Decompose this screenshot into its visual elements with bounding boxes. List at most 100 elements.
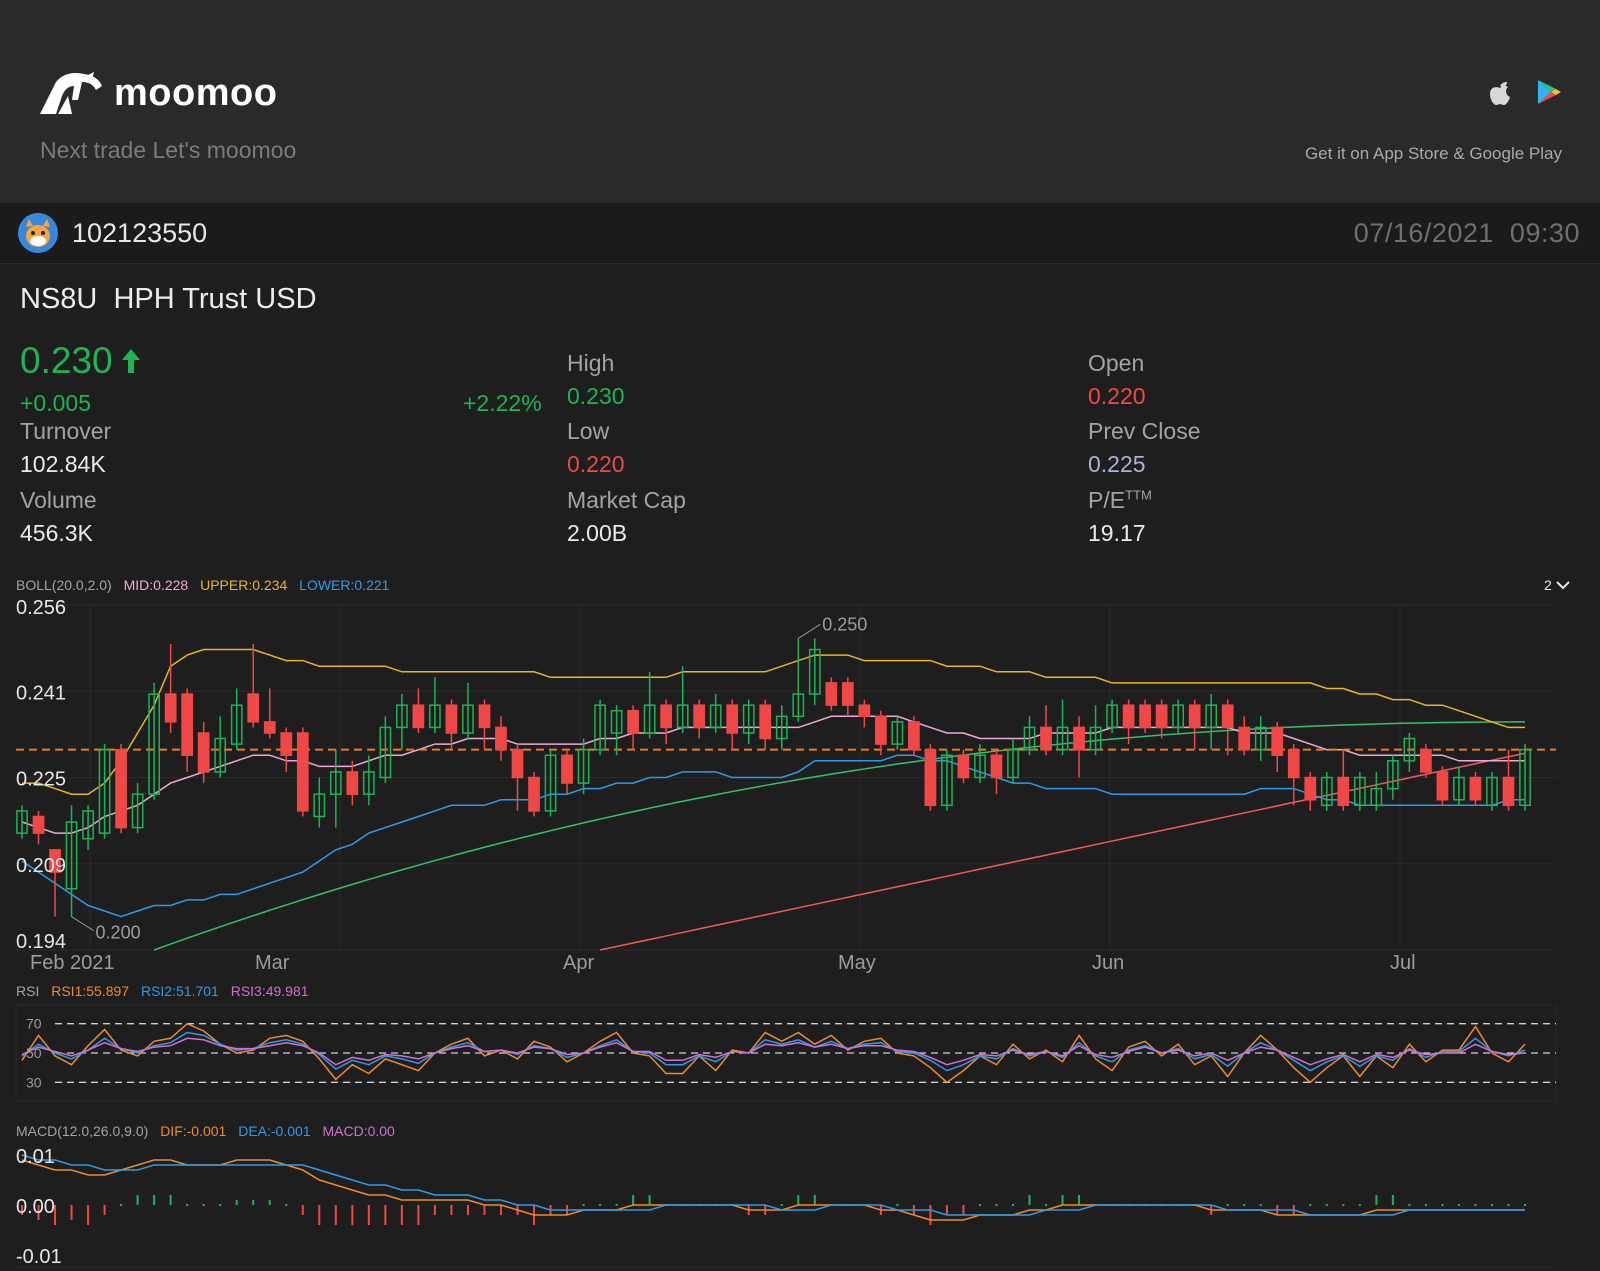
macd-value: MACD:0.00 (322, 1123, 395, 1139)
candle-body (990, 754, 1003, 779)
macd-bar (1490, 1204, 1493, 1206)
candle-body (1155, 704, 1168, 729)
rsi-chart[interactable]: 70 50 30 (0, 1003, 1600, 1103)
candle-body (511, 748, 524, 779)
candle-body (1287, 748, 1300, 779)
x-tick-label: Jun (1092, 952, 1124, 974)
apple-icon[interactable] (1488, 78, 1512, 106)
price-change: +0.005 (20, 390, 91, 416)
macd-bar (896, 1204, 899, 1206)
cow-avatar-icon (18, 213, 58, 253)
candle-body (759, 704, 772, 740)
macd-y-tick: 0.00 (16, 1196, 55, 1218)
price-value: 0.230 (20, 340, 113, 381)
period-selector[interactable]: 2 (1544, 577, 1570, 593)
macd-bar (1243, 1204, 1246, 1206)
macd-name: MACD(12.0,26.0,9.0) (16, 1123, 149, 1139)
candle-body (693, 704, 706, 729)
annotation-high: 0.250 (822, 614, 867, 634)
chevron-down-icon (1556, 581, 1570, 590)
candle-body (1420, 748, 1432, 773)
macd-bar (615, 1204, 618, 1206)
macd-chart[interactable]: 0.01 0.00 -0.01 (0, 1145, 1600, 1271)
candle-body (115, 748, 127, 829)
macd-bar (582, 1204, 585, 1206)
y-tick-label: 0.256 (16, 597, 66, 619)
candle-body (263, 721, 276, 734)
moomoo-logo-icon (40, 72, 102, 114)
candle-body (495, 726, 507, 751)
candle-body (561, 754, 573, 784)
candle-body (1073, 726, 1085, 751)
candle-body (1502, 776, 1515, 807)
rsi3-value: RSI3:49.981 (230, 983, 309, 999)
pe-value: 19.17 (1088, 520, 1146, 546)
current-price: 0.230 (20, 340, 141, 382)
candle-body (1469, 776, 1482, 801)
macd-bar (1524, 1204, 1526, 1206)
candle-body (957, 754, 970, 779)
macd-bar (219, 1204, 222, 1206)
prev-close-value: 0.225 (1088, 451, 1146, 477)
macd-bar (1507, 1204, 1510, 1206)
market-cap-label: Market Cap (567, 487, 686, 513)
period-selector-value: 2 (1544, 577, 1552, 593)
y-tick-label: 0.209 (16, 855, 66, 877)
candle-body (346, 771, 359, 795)
stock-title: NS8U HPH Trust USD (20, 283, 317, 316)
macd-bar (1457, 1204, 1460, 1206)
macd-bar (1226, 1204, 1229, 1206)
volume-value: 456.3K (20, 520, 93, 546)
rsi2-value: RSI2:51.701 (140, 983, 219, 999)
macd-bar (1441, 1204, 1444, 1206)
candle-body (858, 704, 871, 718)
annotation-low: 0.200 (96, 923, 141, 943)
boll-lower: LOWER:0.221 (299, 577, 390, 593)
candle-body (1238, 726, 1251, 751)
ma-mid-line (153, 721, 1526, 951)
x-tick-label: Apr (563, 952, 594, 974)
y-tick-label: 0.194 (16, 931, 66, 953)
turnover-value: 102.84K (20, 451, 106, 477)
boll-upper: UPPER:0.234 (200, 577, 288, 593)
candle-body (841, 682, 854, 706)
rsi-y-tick: 30 (26, 1074, 42, 1090)
macd-bar (1424, 1204, 1427, 1206)
avatar[interactable] (18, 213, 58, 253)
macd-bar (285, 1204, 288, 1206)
candle-body (296, 732, 309, 812)
brand-logo[interactable]: moomoo (38, 70, 277, 116)
macd-bar (1474, 1204, 1477, 1206)
stock-code: NS8U (20, 283, 98, 315)
candle-body (478, 704, 491, 729)
boll-lower-line (21, 754, 1525, 918)
candlestick-chart[interactable]: 0.256 0.241 0.225 0.209 0.194Feb 2021 Mar Apr M… (0, 595, 1600, 980)
x-tick-label: Mar (255, 952, 290, 974)
candle-body (247, 693, 260, 723)
candle-body (197, 732, 210, 773)
candle-body (528, 776, 540, 812)
macd-bar (1011, 1204, 1014, 1206)
boll-mid: MID:0.228 (123, 577, 189, 593)
annotation-leader (798, 623, 821, 639)
candle-body (1337, 776, 1350, 807)
macd-bar (1045, 1204, 1048, 1206)
candle-body (445, 704, 458, 734)
store-text: Get it on App Store & Google Play (1304, 144, 1562, 163)
y-tick-label: 0.225 (16, 769, 66, 791)
turnover-label: Turnover (20, 418, 112, 444)
rsi-y-tick: 50 (26, 1045, 42, 1061)
google-play-icon[interactable] (1536, 78, 1562, 106)
open-value: 0.220 (1088, 383, 1146, 409)
low-value: 0.220 (567, 451, 625, 477)
macd-legend: MACD(12.0,26.0,9.0) DIF:-0.001 DEA:-0.00… (16, 1123, 403, 1139)
candle-body (660, 704, 673, 729)
candle-body (874, 715, 887, 745)
stock-name: HPH Trust USD (113, 283, 317, 315)
macd-dea: DEA:-0.001 (238, 1123, 311, 1139)
candle-body (1139, 704, 1151, 729)
pe-label: P/ETTM (1088, 487, 1152, 514)
pe-label-sup: TTM (1125, 487, 1152, 503)
low-label: Low (567, 418, 610, 444)
macd-dif: DIF:-0.001 (160, 1123, 227, 1139)
